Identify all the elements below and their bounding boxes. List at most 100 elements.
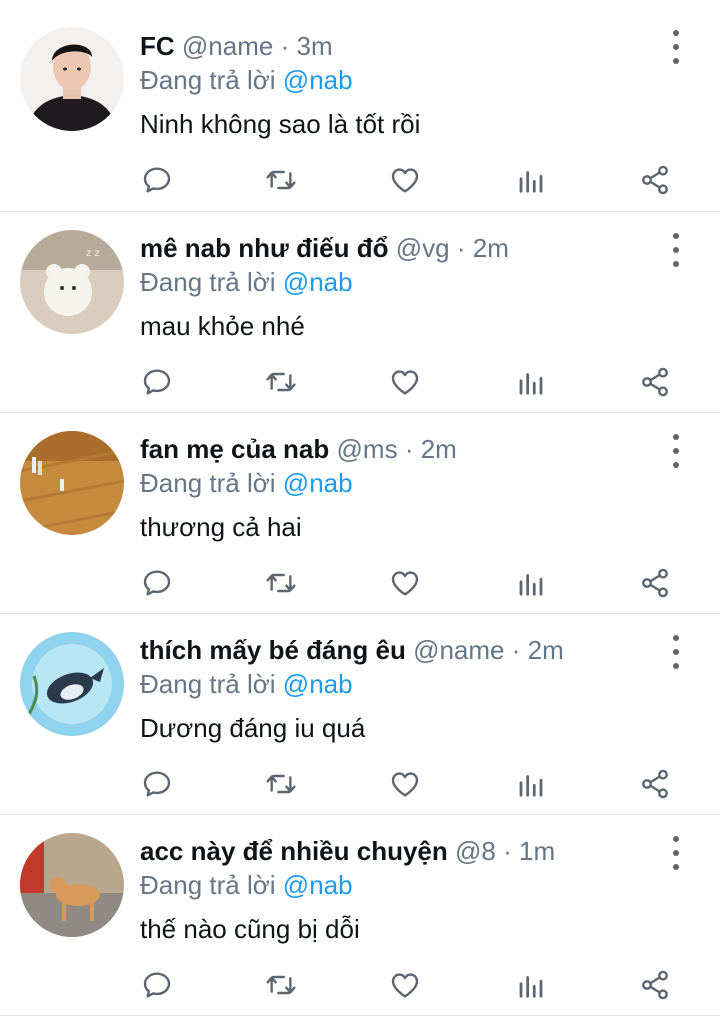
view-stats-button[interactable] (511, 563, 551, 603)
more-options-button[interactable] (664, 635, 688, 669)
avatar[interactable] (20, 27, 124, 131)
retweet-button[interactable] (261, 563, 301, 603)
more-options-button[interactable] (664, 836, 688, 870)
avatar[interactable]: z z (20, 230, 124, 334)
view-stats-button[interactable] (511, 965, 551, 1005)
reply-text: thương cả hai (140, 512, 302, 542)
share-button[interactable] (635, 764, 675, 804)
reply-button[interactable] (137, 160, 177, 200)
avatar[interactable] (20, 833, 124, 937)
replying-to-label: Đang trả lời (140, 65, 276, 95)
retweet-icon (266, 573, 296, 593)
view-stats-button[interactable] (511, 160, 551, 200)
like-button[interactable] (385, 965, 425, 1005)
reply-button[interactable] (137, 362, 177, 402)
reply-button[interactable] (137, 563, 177, 603)
share-button[interactable] (635, 362, 675, 402)
like-button[interactable] (385, 764, 425, 804)
share-nodes-icon (642, 367, 668, 397)
separator-dot: · (511, 635, 521, 665)
replying-to-line: Đang trả lời @nab (140, 62, 353, 98)
reply-button[interactable] (137, 764, 177, 804)
avatar[interactable] (20, 632, 124, 736)
like-button[interactable] (385, 160, 425, 200)
share-nodes-icon (642, 769, 668, 799)
user-handle[interactable]: @vg (396, 233, 450, 263)
replying-to-label: Đang trả lời (140, 870, 276, 900)
more-options-button[interactable] (664, 233, 688, 267)
replying-to-label: Đang trả lời (140, 267, 276, 297)
like-button[interactable] (385, 362, 425, 402)
replying-to-line: Đang trả lời @nab (140, 465, 353, 501)
heart-icon (391, 571, 419, 596)
replies-feed: FC @name · 3m Đang trả lời @nab Ninh khô… (0, 0, 720, 1016)
display-name[interactable]: fan mẹ của nab (140, 434, 329, 464)
action-bar (140, 764, 680, 804)
timestamp[interactable]: 1m (519, 836, 555, 866)
retweet-button[interactable] (261, 965, 301, 1005)
reply-item[interactable]: fan mẹ của nab @ms · 2m Đang trả lời @na… (0, 413, 720, 614)
more-vertical-icon (673, 30, 679, 36)
heart-icon (391, 168, 419, 193)
timestamp[interactable]: 3m (296, 31, 332, 61)
more-options-button[interactable] (664, 434, 688, 468)
retweet-button[interactable] (261, 764, 301, 804)
heart-icon (391, 370, 419, 395)
mention-link[interactable]: @nab (283, 65, 353, 95)
analytics-bars-icon (519, 171, 543, 193)
reply-item[interactable]: FC @name · 3m Đang trả lời @nab Ninh khô… (0, 0, 720, 212)
timestamp[interactable]: 2m (473, 233, 509, 263)
retweet-icon (266, 372, 296, 392)
share-nodes-icon (642, 165, 668, 195)
user-handle[interactable]: @8 (455, 836, 496, 866)
replying-to-line: Đang trả lời @nab (140, 867, 353, 903)
more-options-button[interactable] (664, 30, 688, 64)
reply-header: acc này để nhiều chuyện @8 · 1m (140, 831, 555, 871)
share-button[interactable] (635, 965, 675, 1005)
reply-item[interactable]: z z mê nab như điếu đổ @vg · 2m Đang trả… (0, 212, 720, 413)
reply-header: thích mấy bé đáng êu @name · 2m (140, 630, 564, 670)
reply-button[interactable] (137, 965, 177, 1005)
replying-to-line: Đang trả lời @nab (140, 264, 353, 300)
display-name[interactable]: thích mấy bé đáng êu (140, 635, 406, 665)
share-button[interactable] (635, 563, 675, 603)
view-stats-button[interactable] (511, 764, 551, 804)
reply-header: mê nab như điếu đổ @vg · 2m (140, 228, 509, 268)
user-handle[interactable]: @ms (337, 434, 398, 464)
reply-header: fan mẹ của nab @ms · 2m (140, 429, 457, 469)
separator-dot: · (404, 434, 414, 464)
mention-link[interactable]: @nab (283, 468, 353, 498)
mention-link[interactable]: @nab (283, 267, 353, 297)
comment-bubble-icon (143, 167, 171, 193)
reply-item[interactable]: acc này để nhiều chuyện @8 · 1m Đang trả… (0, 815, 720, 1016)
timestamp[interactable]: 2m (421, 434, 457, 464)
display-name[interactable]: FC (140, 31, 175, 61)
more-vertical-icon (673, 635, 679, 641)
share-button[interactable] (635, 160, 675, 200)
retweet-button[interactable] (261, 362, 301, 402)
action-bar (140, 563, 680, 603)
user-handle[interactable]: @name (182, 31, 273, 61)
timestamp[interactable]: 2m (528, 635, 564, 665)
display-name[interactable]: acc này để nhiều chuyện (140, 836, 448, 866)
analytics-bars-icon (519, 976, 543, 998)
mention-link[interactable]: @nab (283, 669, 353, 699)
reply-item[interactable]: thích mấy bé đáng êu @name · 2m Đang trả… (0, 614, 720, 815)
mention-link[interactable]: @nab (283, 870, 353, 900)
action-bar (140, 362, 680, 402)
comment-bubble-icon (143, 570, 171, 596)
avatar[interactable] (20, 431, 124, 535)
user-handle[interactable]: @name (413, 635, 504, 665)
display-name[interactable]: mê nab như điếu đổ (140, 233, 389, 263)
replying-to-label: Đang trả lời (140, 468, 276, 498)
like-button[interactable] (385, 563, 425, 603)
retweet-button[interactable] (261, 160, 301, 200)
more-vertical-icon (673, 233, 679, 239)
view-stats-button[interactable] (511, 362, 551, 402)
share-nodes-icon (642, 970, 668, 1000)
reply-header: FC @name · 3m (140, 26, 333, 66)
action-bar (140, 965, 680, 1005)
retweet-icon (266, 170, 296, 190)
more-vertical-icon (673, 434, 679, 440)
analytics-bars-icon (519, 373, 543, 395)
